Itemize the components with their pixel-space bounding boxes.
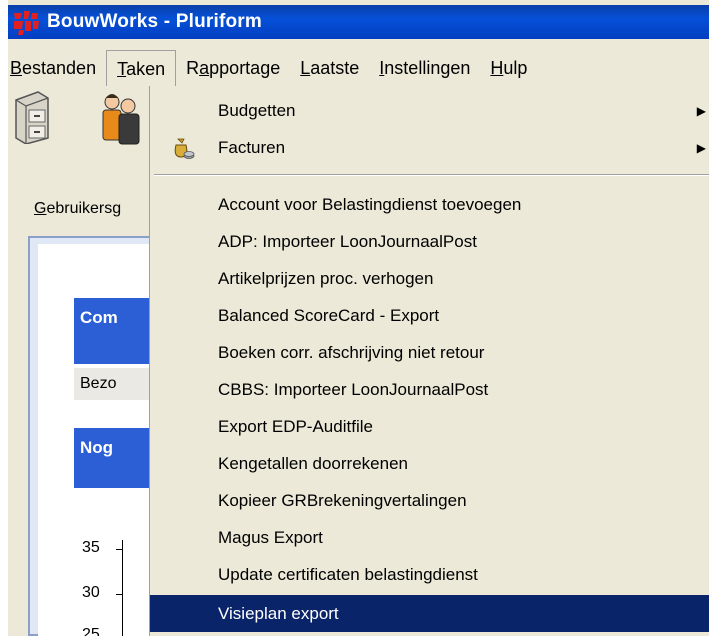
menu-mnemonic: B [10,58,23,78]
menu-item-kengetallen[interactable]: Kengetallen doorrekenen [150,445,709,482]
window-title: BouwWorks - Pluriform [47,11,262,32]
label-rest: ebruikersg [46,200,122,217]
menu-item-kopieer-grb[interactable]: Kopieer GRBrekeningvertalingen [150,482,709,519]
users-icon[interactable] [98,90,144,151]
menu-mnemonic: a [199,58,210,78]
menu-bestanden[interactable]: Bestanden [8,50,106,86]
menu-mnemonic: T [117,59,127,79]
taken-dropdown-menu: Budgetten ▶ Facturen ▶ Account voor Bela… [149,86,709,636]
menu-item-visieplan-export[interactable]: Visieplan export [150,595,709,632]
menu-rapportage[interactable]: Rapportage [176,50,290,86]
menu-item-update-certificaten[interactable]: Update certificaten belastingdienst [150,556,709,593]
menu-label: pportage [209,58,281,78]
menu-item-label: Export EDP-Auditfile [218,416,373,436]
tick-mark [116,549,123,550]
money-bag-icon [170,135,196,161]
menu-item-label: Boeken corr. afschrijving niet retour [218,342,485,362]
menu-hulp[interactable]: Hulp [480,50,537,86]
menu-label: aatste [310,58,360,78]
menu-item-label: Visieplan export [218,603,339,623]
menu-item-label: Kopieer GRBrekeningvertalingen [218,490,467,510]
menu-item-label: Kengetallen doorrekenen [218,453,408,473]
menu-item-label: ADP: Importeer LoonJournaalPost [218,231,477,251]
axis-tick-label: 25 [82,626,100,636]
label-mnemonic: G [34,200,47,217]
axis-tick-label: 35 [82,539,100,556]
menu-item-magus-export[interactable]: Magus Export [150,519,709,556]
title-bar[interactable]: BouwWorks - Pluriform [8,5,709,39]
menu-label: nstellingen [384,58,471,78]
menu-item-account-belastingdienst[interactable]: Account voor Belastingdienst toevoegen [150,186,709,223]
menu-item-export-edp[interactable]: Export EDP-Auditfile [150,408,709,445]
menu-item-budgetten[interactable]: Budgetten ▶ [150,92,709,129]
menu-item-adp-import[interactable]: ADP: Importeer LoonJournaalPost [150,223,709,260]
toolbar [8,86,148,166]
menu-item-label: CBBS: Importeer LoonJournaalPost [218,379,489,399]
menu-instellingen[interactable]: Instellingen [369,50,480,86]
tick-mark [116,594,123,595]
app-logo-icon [11,7,41,37]
menu-item-label: Account voor Belastingdienst toevoegen [218,194,522,214]
menu-separator [154,174,709,176]
menu-item-boeken-corr[interactable]: Boeken corr. afschrijving niet retour [150,334,709,371]
submenu-arrow-icon: ▶ [696,140,706,155]
menu-taken[interactable]: Taken [106,50,177,86]
menu-item-label: Facturen [218,137,286,157]
menu-label-pre: R [186,58,200,78]
menu-item-artikelprijzen[interactable]: Artikelprijzen proc. verhogen [150,260,709,297]
submenu-arrow-icon: ▶ [696,103,706,118]
chart-axis [122,540,123,636]
menu-item-label: Magus Export [218,527,323,547]
menu-label: ulp [503,58,528,78]
menu-item-label: Balanced ScoreCard - Export [218,305,440,325]
menu-item-facturen[interactable]: Facturen ▶ [150,129,709,166]
menu-laatste[interactable]: Laatste [290,50,369,86]
file-cabinet-icon[interactable] [12,90,52,149]
menu-mnemonic: H [490,58,504,78]
menu-item-balanced-scorecard[interactable]: Balanced ScoreCard - Export [150,297,709,334]
menu-item-label: Artikelprijzen proc. verhogen [218,268,434,288]
axis-tick-label: 30 [82,584,100,601]
menu-item-label: Update certificaten belastingdienst [218,564,478,584]
menu-item-cbbs-import[interactable]: CBBS: Importeer LoonJournaalPost [150,371,709,408]
menu-bar: Bestanden Taken Rapportage Laatste Inste… [8,50,709,86]
app-window: BouwWorks - Pluriform Bestanden Taken Ra… [8,0,709,636]
gebruikers-label: Gebruikersg [34,200,121,218]
menu-label: estanden [22,58,97,78]
menu-label: aken [126,59,166,79]
dashboard-panel: Com Bezo Nog [28,236,168,636]
menu-item-label: Budgetten [218,100,296,120]
menu-mnemonic: L [300,58,311,78]
